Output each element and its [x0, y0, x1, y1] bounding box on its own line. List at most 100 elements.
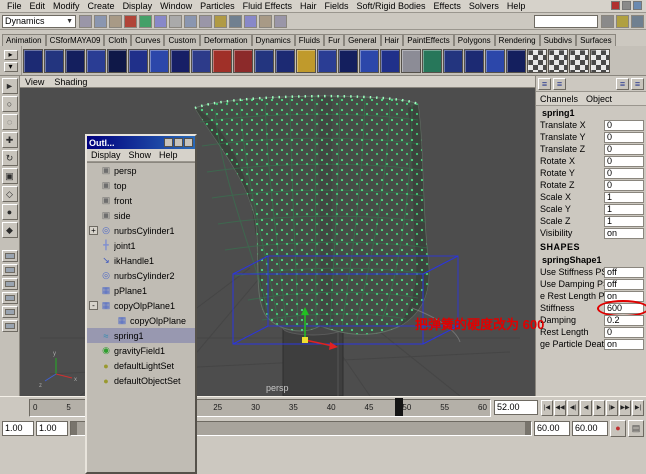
menu-item[interactable]: Hair	[296, 1, 321, 11]
hypergraph-persp-layout-button[interactable]	[2, 320, 18, 332]
shelf-icon[interactable]	[317, 49, 337, 73]
status-icon[interactable]	[214, 15, 227, 28]
shelf-tab[interactable]: General	[344, 34, 380, 46]
shelf-icon[interactable]	[254, 49, 274, 73]
anim-preferences-button[interactable]: ▤	[628, 420, 644, 437]
outliner-item[interactable]: ◉ gravityField1	[87, 343, 195, 358]
status-icon[interactable]	[274, 15, 287, 28]
move-tool[interactable]: ✚	[2, 132, 18, 148]
shelf-tab[interactable]: Fluids	[295, 34, 324, 46]
outliner-item[interactable]: ● defaultLightSet	[87, 358, 195, 373]
outliner-item[interactable]: ↘ ikHandle1	[87, 253, 195, 268]
menu-item[interactable]: Effects	[430, 1, 465, 11]
expand-toggle-icon[interactable]	[89, 241, 98, 250]
expand-toggle-icon[interactable]: -	[89, 301, 98, 310]
anim-start-field[interactable]: 1.00	[2, 421, 34, 436]
shelf-tab[interactable]: Rendering	[495, 34, 540, 46]
maximize-icon[interactable]	[174, 138, 183, 147]
expand-toggle-icon[interactable]	[89, 271, 98, 280]
outliner-menu-item[interactable]: Display	[91, 150, 121, 160]
shelf-icon[interactable]	[149, 49, 169, 73]
channel-label[interactable]: Rotate Z	[540, 180, 604, 190]
menu-item[interactable]: Modify	[49, 1, 84, 11]
current-frame-field[interactable]: 52.00	[494, 400, 538, 415]
channel-label[interactable]: Stiffness	[540, 303, 604, 313]
menu-item[interactable]: Particles	[196, 1, 239, 11]
menubar-icon[interactable]	[633, 1, 642, 10]
expand-toggle-icon[interactable]: +	[89, 226, 98, 235]
channel-label[interactable]: Rotate Y	[540, 168, 604, 178]
select-tool[interactable]: ►	[2, 78, 18, 94]
menubar-icon[interactable]	[622, 1, 631, 10]
channel-value-field[interactable]: off	[604, 267, 644, 278]
cylinder-object[interactable]	[283, 321, 343, 396]
channel-label[interactable]: Scale X	[540, 192, 604, 202]
channel-value-field[interactable]: off	[604, 279, 644, 290]
shelf-icon[interactable]	[65, 49, 85, 73]
layer-editor-tab-icon[interactable]: ≡	[616, 78, 629, 90]
status-icon[interactable]	[199, 15, 212, 28]
channel-label[interactable]: Visibility	[540, 228, 604, 238]
paint-select-tool[interactable]: ◌	[2, 114, 18, 130]
status-icon[interactable]	[631, 15, 644, 28]
shape-node-name[interactable]: springShape1	[536, 253, 646, 266]
status-icon[interactable]	[124, 15, 137, 28]
expand-toggle-icon[interactable]	[105, 316, 114, 325]
shelf-nav-arrow[interactable]: ▾	[4, 62, 18, 72]
outliner-item[interactable]: ● defaultObjectSet	[87, 373, 195, 388]
shelf-icon[interactable]	[569, 49, 589, 73]
channel-label[interactable]: Rotate X	[540, 156, 604, 166]
channel-value-field[interactable]: 0	[604, 180, 644, 191]
expand-toggle-icon[interactable]	[89, 331, 98, 340]
transport-button[interactable]: ◀|	[567, 400, 579, 416]
shelf-icon[interactable]	[86, 49, 106, 73]
channel-label[interactable]: Rest Length	[540, 327, 604, 337]
layer-editor-tab-icon[interactable]: ≡	[631, 78, 644, 90]
channel-value-field[interactable]: 0	[604, 144, 644, 155]
outliner-persp-layout-button[interactable]	[2, 306, 18, 318]
auto-key-button[interactable]: ●	[610, 420, 626, 437]
expand-toggle-icon[interactable]	[89, 346, 98, 355]
minimize-icon[interactable]	[164, 138, 173, 147]
quick-selection-field[interactable]	[534, 15, 598, 28]
close-icon[interactable]	[184, 138, 193, 147]
status-icon[interactable]	[94, 15, 107, 28]
shelf-tab[interactable]: Dynamics	[252, 34, 295, 46]
channelbox-tab-icon[interactable]: ≡	[553, 78, 566, 90]
shelf-icon[interactable]	[422, 49, 442, 73]
shelf-icon[interactable]	[401, 49, 421, 73]
selected-node-name[interactable]: spring1	[536, 106, 646, 119]
expand-toggle-icon[interactable]	[89, 286, 98, 295]
shelf-icon[interactable]	[527, 49, 547, 73]
two-pane-side-layout-button[interactable]	[2, 278, 18, 290]
shelf-icon[interactable]	[296, 49, 316, 73]
expand-toggle-icon[interactable]	[89, 376, 98, 385]
four-pane-layout-button[interactable]	[2, 264, 18, 276]
expand-toggle-icon[interactable]	[89, 256, 98, 265]
status-icon[interactable]	[616, 15, 629, 28]
menu-item[interactable]: Create	[84, 1, 119, 11]
shelf-tab[interactable]: Curves	[131, 34, 164, 46]
channel-label[interactable]: Use Damping PS	[540, 279, 604, 289]
shelf-icon[interactable]	[191, 49, 211, 73]
shelf-icon[interactable]	[275, 49, 295, 73]
channel-value-field[interactable]: on	[604, 339, 644, 350]
channel-value-field[interactable]: 1	[604, 192, 644, 203]
last-tool[interactable]: ◆	[2, 222, 18, 238]
expand-toggle-icon[interactable]	[89, 361, 98, 370]
transport-button[interactable]: ▶▶	[619, 400, 631, 416]
channel-label[interactable]: Scale Y	[540, 204, 604, 214]
menu-item[interactable]: Window	[156, 1, 196, 11]
panel-menu-item[interactable]: View	[25, 77, 44, 87]
channel-label[interactable]: Translate X	[540, 120, 604, 130]
shelf-tab[interactable]: Animation	[2, 34, 46, 46]
outliner-menu-item[interactable]: Help	[159, 150, 178, 160]
channel-value-field[interactable]: 0	[604, 132, 644, 143]
shelf-tab[interactable]: Hair	[381, 34, 404, 46]
playback-start-field[interactable]: 1.00	[36, 421, 68, 436]
shelf-tab[interactable]: Surfaces	[576, 34, 616, 46]
channel-label[interactable]: e Rest Length PS	[540, 291, 604, 301]
channel-value-field[interactable]: 0	[604, 327, 644, 338]
channel-label[interactable]: ge Particle Death	[540, 339, 604, 349]
channel-value-field[interactable]: 0	[604, 120, 644, 131]
